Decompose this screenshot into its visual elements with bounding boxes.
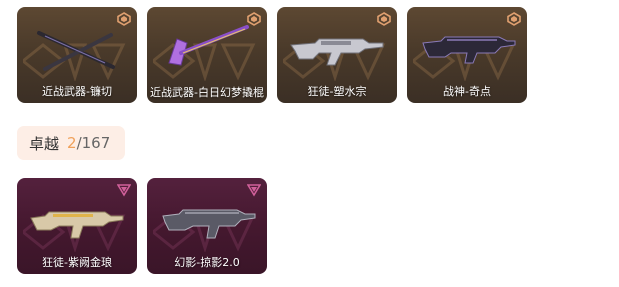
rifle-icon bbox=[290, 38, 384, 66]
skin-card[interactable]: 狂徒-塑水宗 bbox=[277, 7, 397, 103]
skin-name: 幻影-掠影2.0 bbox=[174, 256, 240, 269]
skin-row-top: 近战武器-镰切 近战武器-白日幻梦撬棍 狂徒-塑水宗 战神-奇点 bbox=[17, 7, 527, 103]
owned-count: 2 bbox=[67, 134, 77, 152]
skin-name: 狂徒-紫阙金琅 bbox=[42, 256, 112, 269]
skin-name: 近战武器-白日幻梦撬棍 bbox=[150, 86, 264, 99]
crowbar-icon bbox=[168, 25, 249, 66]
rifle-icon bbox=[30, 211, 124, 239]
skin-name: 近战武器-镰切 bbox=[42, 85, 112, 98]
skin-row-bottom: 狂徒-紫阙金琅 幻影-掠影2.0 bbox=[17, 178, 267, 274]
skin-card[interactable]: 狂徒-紫阙金琅 bbox=[17, 178, 137, 274]
machine-gun-icon bbox=[422, 36, 516, 64]
total-count: 167 bbox=[81, 134, 111, 152]
melee-blade-icon bbox=[37, 31, 115, 71]
tier-name: 卓越 bbox=[29, 134, 60, 153]
skin-card[interactable]: 近战武器-白日幻梦撬棍 bbox=[147, 7, 267, 103]
skin-name: 战神-奇点 bbox=[443, 85, 491, 98]
smg-icon bbox=[162, 209, 256, 239]
skin-card[interactable]: 近战武器-镰切 bbox=[17, 7, 137, 103]
skin-card[interactable]: 战神-奇点 bbox=[407, 7, 527, 103]
skin-card[interactable]: 幻影-掠影2.0 bbox=[147, 178, 267, 274]
tier-count-chip[interactable]: 卓越 2 / 167 bbox=[17, 126, 125, 160]
skin-name: 狂徒-塑水宗 bbox=[307, 85, 367, 98]
